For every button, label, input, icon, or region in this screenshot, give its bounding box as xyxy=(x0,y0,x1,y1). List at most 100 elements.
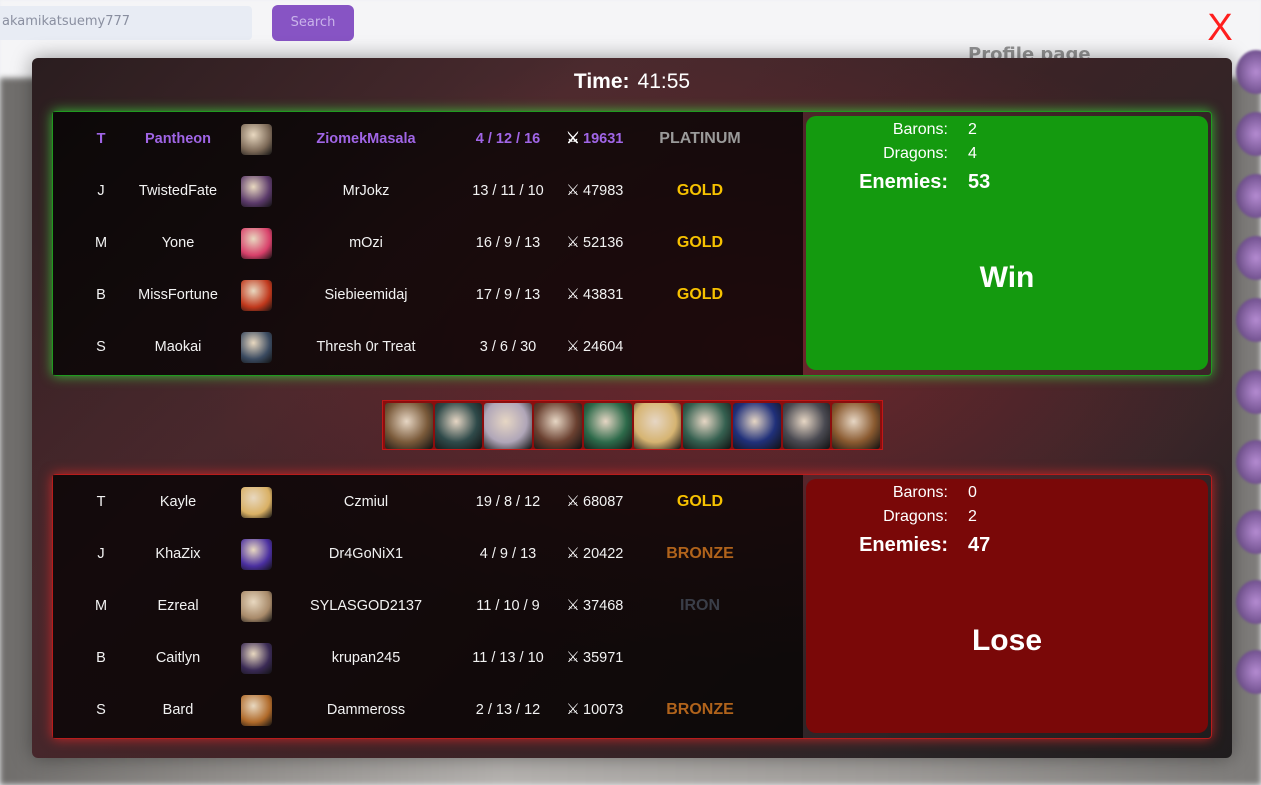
summoner-name[interactable]: Dammeross xyxy=(286,684,446,736)
summoner-name[interactable]: Czmiul xyxy=(286,476,446,528)
kda: 17 / 9 / 13 xyxy=(475,287,541,303)
damage-value: 10073 xyxy=(583,702,624,718)
player-row[interactable]: S Maokai Thresh 0r Treat 3 / 6 / 30 ⚔ 24604 xyxy=(53,321,803,373)
damage: ⚔ 47983 xyxy=(563,165,643,217)
summoner-name[interactable]: Siebieemidaj xyxy=(286,269,446,321)
player-row[interactable]: M Ezreal SYLASGOD2137 11 / 10 / 9 ⚔ 37468 IRON xyxy=(53,580,803,632)
damage: ⚔ 52136 xyxy=(563,217,643,269)
team-red-players: T Kayle Czmiul 19 / 8 / 12 ⚔ 68087 GOLD J KhaZix… xyxy=(53,475,803,738)
enemies-label: Enemies: xyxy=(859,534,948,556)
lane: J xyxy=(97,183,105,199)
champion-name: Yone xyxy=(161,235,195,251)
enemies-label: Enemies: xyxy=(859,171,948,193)
damage: ⚔ 19631 xyxy=(563,113,643,165)
rank: IRON xyxy=(680,597,720,614)
summoner-name[interactable]: MrJokz xyxy=(286,165,446,217)
champion-name: Bard xyxy=(162,702,194,718)
barons-label: Barons: xyxy=(892,484,948,501)
champion-icon xyxy=(241,280,272,311)
damage-value: 24604 xyxy=(583,339,624,355)
damage-value: 43831 xyxy=(583,287,624,303)
swords-icon: ⚔ xyxy=(566,234,580,251)
kda: 2 / 13 / 12 xyxy=(475,702,541,718)
match-details-modal: Time: 41:55 T Pantheon ZiomekMasala 4 / 12 /… xyxy=(32,58,1232,758)
ban-champion-icon xyxy=(782,403,831,449)
summoner-name[interactable]: mOzi xyxy=(286,217,446,269)
swords-icon: ⚔ xyxy=(566,286,580,303)
kda: 11 / 10 / 9 xyxy=(476,598,540,614)
swords-icon: ⚔ xyxy=(566,597,580,614)
team-blue-result: Win xyxy=(979,261,1035,294)
barons-value: 2 xyxy=(968,121,977,138)
swords-icon: ⚔ xyxy=(566,182,580,199)
champion-name: Pantheon xyxy=(144,131,212,147)
bans-bar xyxy=(382,400,883,450)
swords-icon: ⚔ xyxy=(566,338,580,355)
damage: ⚔ 10073 xyxy=(563,684,643,736)
team-red-panel: T Kayle Czmiul 19 / 8 / 12 ⚔ 68087 GOLD J KhaZix… xyxy=(52,474,1212,739)
champion-icon xyxy=(241,332,272,363)
summoner-name[interactable]: Thresh 0r Treat xyxy=(286,321,446,373)
champion-icon xyxy=(241,539,272,570)
player-row[interactable]: M Yone mOzi 16 / 9 / 13 ⚔ 52136 GOLD xyxy=(53,217,803,269)
lane: B xyxy=(96,287,106,303)
enemies-value: 47 xyxy=(968,534,991,556)
champion-name: MissFortune xyxy=(138,287,218,303)
player-row[interactable]: J TwistedFate MrJokz 13 / 11 / 10 ⚔ 47983 GOLD xyxy=(53,165,803,217)
summoner-name[interactable]: ZiomekMasala xyxy=(286,113,446,165)
ban-champion-icon xyxy=(434,403,483,449)
player-row[interactable]: S Bard Dammeross 2 / 13 / 12 ⚔ 10073 BRONZE xyxy=(53,684,803,736)
ban-champion-icon xyxy=(385,403,433,449)
player-row[interactable]: B MissFortune Siebieemidaj 17 / 9 / 13 ⚔ 4383… xyxy=(53,269,803,321)
player-row[interactable]: T Pantheon ZiomekMasala 4 / 12 / 16 ⚔ 19631 PL… xyxy=(53,113,803,165)
dragons-label: Dragons: xyxy=(883,508,948,525)
barons-value: 0 xyxy=(968,484,977,501)
lane: M xyxy=(94,598,108,614)
kda: 13 / 11 / 10 xyxy=(472,183,544,199)
team-red-summary: Barons: 0 Dragons: 2 Enemies: 47 Lose xyxy=(806,479,1208,733)
close-button[interactable]: X xyxy=(1205,8,1235,48)
kda: 4 / 9 / 13 xyxy=(479,546,537,562)
swords-icon: ⚔ xyxy=(566,649,580,666)
swords-icon: ⚔ xyxy=(566,493,580,510)
kda: 16 / 9 / 13 xyxy=(475,235,541,251)
enemies-value: 53 xyxy=(968,171,991,193)
damage: ⚔ 37468 xyxy=(563,580,643,632)
player-row[interactable]: J KhaZix Dr4GoNiX1 4 / 9 / 13 ⚔ 20422 BRONZE xyxy=(53,528,803,580)
ban-champion-icon xyxy=(583,403,632,449)
damage: ⚔ 20422 xyxy=(563,528,643,580)
time-value: 41:55 xyxy=(637,70,691,93)
rank: GOLD xyxy=(676,286,724,303)
damage-value: 37468 xyxy=(583,598,624,614)
barons-label: Barons: xyxy=(892,121,948,138)
damage: ⚔ 43831 xyxy=(563,269,643,321)
ban-champion-icon xyxy=(534,403,582,449)
lane: S xyxy=(96,339,106,355)
ban-champion-icon xyxy=(484,403,533,449)
swords-icon: ⚔ xyxy=(566,545,580,562)
lane: B xyxy=(96,650,106,666)
ban-champion-icon xyxy=(732,403,781,449)
damage: ⚔ 35971 xyxy=(563,632,643,684)
champion-icon xyxy=(241,124,272,155)
rank: GOLD xyxy=(676,234,724,251)
team-blue-panel: T Pantheon ZiomekMasala 4 / 12 / 16 ⚔ 19631 PL… xyxy=(52,111,1212,376)
summoner-name[interactable]: SYLASGOD2137 xyxy=(286,580,446,632)
team-blue-summary: Barons: 2 Dragons: 4 Enemies: 53 Win xyxy=(806,116,1208,370)
champion-name: Maokai xyxy=(154,339,202,355)
summoner-name[interactable]: krupan245 xyxy=(286,632,446,684)
team-red-result: Lose xyxy=(971,624,1043,657)
kda: 19 / 8 / 12 xyxy=(475,494,541,510)
team-blue-players: T Pantheon ZiomekMasala 4 / 12 / 16 ⚔ 19631 PL… xyxy=(53,112,803,375)
summoner-name[interactable]: Dr4GoNiX1 xyxy=(286,528,446,580)
background-search-button: Search xyxy=(272,5,354,41)
swords-icon: ⚔ xyxy=(566,130,580,147)
damage-value: 35971 xyxy=(583,650,624,666)
player-row[interactable]: B Caitlyn krupan245 11 / 13 / 10 ⚔ 35971 xyxy=(53,632,803,684)
lane: S xyxy=(96,702,106,718)
player-row[interactable]: T Kayle Czmiul 19 / 8 / 12 ⚔ 68087 GOLD xyxy=(53,476,803,528)
damage: ⚔ 24604 xyxy=(563,321,643,373)
damage-value: 52136 xyxy=(583,235,624,251)
champion-icon xyxy=(241,643,272,674)
champion-name: Kayle xyxy=(159,494,197,510)
